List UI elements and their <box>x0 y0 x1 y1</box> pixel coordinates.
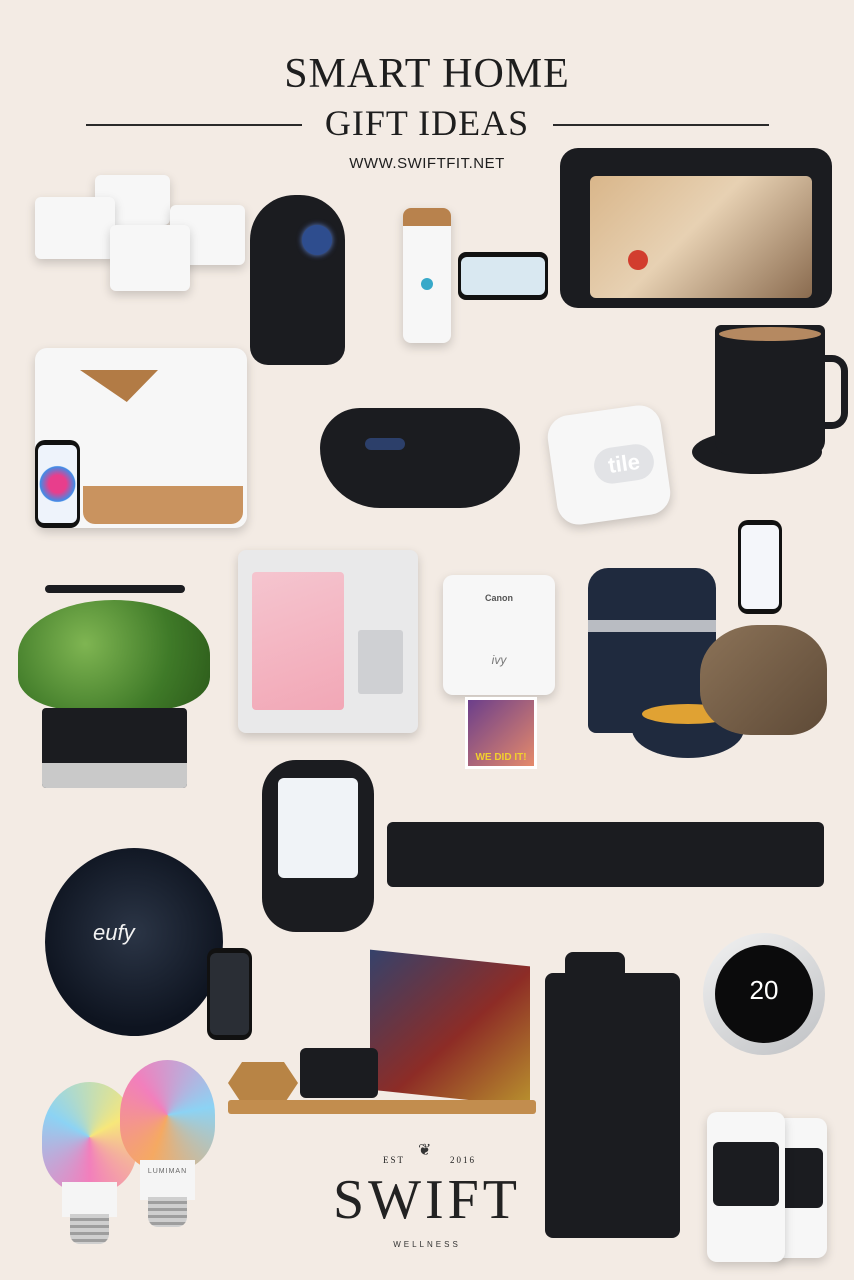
sleep-headphones-mask-image <box>320 408 520 508</box>
tile-logo: tile <box>591 441 657 486</box>
pocket-translator-image <box>262 760 374 932</box>
herb-planter-image <box>42 708 187 788</box>
tile-tracker-image: tile <box>544 402 674 528</box>
herb-plants-image <box>18 600 210 710</box>
vacuum-phone-image <box>207 948 252 1040</box>
title-line-1: SMART HOME <box>284 51 570 97</box>
ring-camera-1-image <box>707 1112 785 1262</box>
diffuser-phone-image <box>35 440 80 528</box>
grow-light-image <box>45 585 185 593</box>
robot-vacuum-image: eufy <box>45 848 223 1036</box>
furbo-camera-image <box>403 208 451 343</box>
wooden-stand-image <box>228 1048 536 1117</box>
furbo-phone-image <box>458 252 548 300</box>
smart-clock-image <box>238 550 418 733</box>
logo-year: 2016 <box>450 1155 476 1165</box>
title-line-2: GIFT IDEAS <box>324 103 530 143</box>
canon-ivy-printer-image: Canon ivy <box>443 575 555 695</box>
ember-mug-image <box>715 325 848 455</box>
canon-logo: Canon <box>485 593 513 603</box>
thermostat-temperature: 20 <box>749 975 779 1005</box>
smart-bulb-2-image: LUMIMAN <box>120 1060 215 1230</box>
cat-image <box>700 625 827 735</box>
echo-show-image <box>560 148 832 308</box>
bulb-brand-label: LUMIMAN <box>147 1168 188 1175</box>
leaf-icon: ❦ <box>418 1142 432 1159</box>
feeder-phone-image <box>738 520 782 614</box>
divider-right <box>553 124 769 126</box>
portal-tablet-image <box>545 973 680 1238</box>
logo-est: EST <box>383 1155 406 1165</box>
thermostat-image: 20 <box>703 933 825 1055</box>
projector-image <box>250 195 345 365</box>
logo-subtitle: WELLNESS <box>393 1240 461 1249</box>
printed-photo-image: WE DID IT! <box>465 697 537 769</box>
photo-caption: WE DID IT! <box>475 752 527 763</box>
soundbar-image <box>387 822 824 887</box>
ivy-logo: ivy <box>491 653 507 667</box>
swift-logo: SWIFT <box>333 1169 521 1231</box>
smart-plugs-image <box>35 175 250 295</box>
eufy-logo: eufy <box>93 920 135 945</box>
